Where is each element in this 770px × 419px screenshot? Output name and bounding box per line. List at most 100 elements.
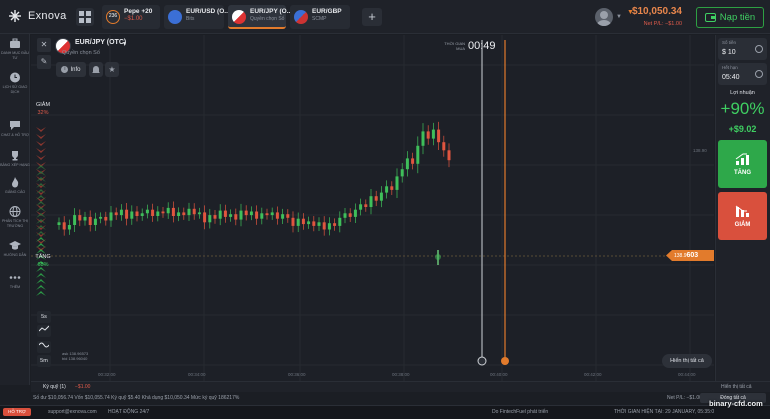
grid-cell (79, 11, 84, 16)
avatar[interactable] (595, 8, 613, 26)
sentiment-chevron (36, 207, 46, 212)
candle-body (249, 211, 253, 216)
positions-header[interactable]: Ký quỹ (1) −$1.00 Hiển thị tất cả (31, 381, 770, 392)
sidebar-item-label: DANH MỤC ĐẦU TƯ (1, 51, 29, 60)
candle-body (411, 158, 415, 164)
show-all-button[interactable]: Hiển thị tất cả (662, 354, 712, 368)
sentiment-chevron (36, 141, 46, 146)
candle-body (260, 213, 264, 219)
candle-body (301, 218, 305, 225)
candle-body (161, 211, 165, 214)
purchase-marker-icon (477, 356, 487, 366)
deposit-button[interactable]: Nạp tiền (696, 7, 764, 28)
status-bar: support@exnova.com HOẠT ĐỘNG 24/7 Do Fin… (0, 405, 770, 419)
add-tab-button[interactable]: + (362, 8, 382, 26)
chevron-down-icon[interactable]: ▼ (616, 14, 622, 20)
favorite-star-button[interactable]: ★ (105, 62, 119, 77)
support-email[interactable]: support@exnova.com (48, 409, 97, 415)
candle-body (270, 212, 274, 216)
sentiment-chevron (36, 285, 46, 290)
asset-tab-pepe[interactable]: 236 Pepe +20 −$1.00 (102, 5, 160, 29)
timeframe-2m[interactable] (37, 325, 51, 337)
purchase-time-value: 00:49 (468, 40, 496, 52)
tab-badge: 236 (106, 10, 120, 24)
call-up-button[interactable]: TĂNG (718, 140, 767, 188)
put-down-button[interactable]: GIẢM (718, 192, 767, 240)
alert-bell-button[interactable] (89, 62, 103, 77)
candle-body (322, 222, 326, 230)
sentiment-chevron (36, 279, 46, 284)
sidebar-item-guide[interactable]: HƯỚNG DẪN (0, 240, 30, 258)
timeframe-5s[interactable]: 5s (37, 311, 51, 323)
time-axis-label: 00:34:00 (188, 372, 206, 377)
time-axis-label: 00:36:00 (288, 372, 306, 377)
sentiment-chevron (36, 291, 46, 296)
time-axis-label: 00:44:00 (678, 372, 696, 377)
candle-body (405, 158, 409, 170)
sentiment-chevron (36, 273, 46, 278)
candlestick-chart[interactable] (31, 35, 714, 381)
timeframe-5m[interactable]: 5m (37, 355, 51, 367)
sentiment-chevron (36, 237, 46, 242)
candle-body (385, 186, 389, 193)
price-axis-label: 138.90 (693, 148, 707, 153)
candle-body (140, 213, 144, 216)
apps-grid-button[interactable] (76, 8, 94, 26)
asset-tab-eurgbp[interactable]: EUR/GBP SCMP (290, 5, 350, 29)
close-icon[interactable]: ✕ (37, 38, 51, 52)
price-chart[interactable] (31, 35, 714, 381)
candle-body (156, 211, 160, 216)
candle-body (182, 212, 186, 216)
more-icon (9, 276, 21, 279)
candle-body (166, 207, 170, 214)
sidebar-item-portfolio[interactable]: DANH MỤC ĐẦU TƯ (0, 38, 30, 60)
chat-icon (10, 121, 20, 130)
expiry-marker-icon (501, 357, 509, 365)
info-button[interactable]: i Info (56, 62, 86, 77)
net-pl-summary: Net P/L: −$1.00 (667, 395, 702, 401)
amount-field[interactable]: Số tiền $ 10 (718, 38, 767, 60)
sentiment-chevron (36, 155, 46, 160)
candle-body (78, 215, 82, 221)
down-label: GIẢM (734, 222, 751, 228)
sentiment-down-label: GIẢM (35, 102, 51, 108)
candle-body (431, 129, 435, 139)
candle-body (135, 211, 139, 216)
wave-icon (38, 342, 50, 348)
amount-label: Số tiền (722, 40, 737, 45)
candle-body (416, 145, 420, 164)
sidebar-item-label: LỊCH SỬ GIAO DỊCH (2, 85, 28, 94)
time-axis-label: 00:42:00 (584, 372, 602, 377)
sidebar-item-more[interactable]: THÊM (0, 272, 30, 290)
sidebar-item-leaderboard[interactable]: BẢNG XẾP HẠNG (0, 150, 30, 168)
expiry-field[interactable]: Hết hạn 05:40 (718, 63, 767, 85)
trading-app: Exnova 236 Pepe +20 −$1.00 EUR/USD (O...… (0, 0, 770, 419)
trophy-icon (12, 151, 18, 161)
chevron-down-icon: ▼ (122, 41, 127, 47)
sentiment-chevron (36, 127, 46, 132)
trend-down-icon (735, 205, 749, 217)
briefcase-icon (10, 38, 20, 48)
watermark: binary-cfd.com (709, 399, 763, 408)
asset-tab-eurjpy[interactable]: EUR/JPY (O... Quyền chọn Số (228, 5, 293, 29)
plus-minus-icon[interactable] (755, 45, 763, 53)
deposit-label: Nạp tiền (719, 12, 756, 23)
support-badge[interactable]: HỖ TRỢ (3, 408, 31, 416)
tab-name: EUR/JPY (O... (250, 8, 293, 15)
candle-body (379, 192, 383, 201)
sidebar-item-history[interactable]: LỊCH SỬ GIAO DỊCH (0, 72, 30, 94)
candle-body (333, 223, 337, 226)
candle-body (317, 222, 321, 226)
sidebar-item-market-analysis[interactable]: PHÂN TÍCH THỊ TRƯỜNG (0, 206, 30, 228)
pen-tool-icon[interactable]: ✎ (37, 55, 51, 69)
sidebar-item-tutorials[interactable]: GIẢNG CẢO (0, 177, 30, 195)
sidebar-item-label: BẢNG XẾP HẠNG (0, 163, 30, 167)
show-all-menu[interactable]: Hiển thị tất cả (721, 384, 752, 390)
current-time: THỜI GIAN HIỆN TẠI: 29 JANUARY, 05:35:0 (614, 409, 715, 415)
candle-body (119, 209, 123, 216)
chart-type-button[interactable] (37, 341, 51, 353)
asset-tab-eurusd[interactable]: EUR/USD (O... Bits (164, 5, 230, 29)
clock-icon[interactable] (755, 70, 763, 78)
logo[interactable]: Exnova (8, 9, 67, 23)
sidebar-item-chat[interactable]: CHAT & HỖ TRỢ (0, 120, 30, 138)
